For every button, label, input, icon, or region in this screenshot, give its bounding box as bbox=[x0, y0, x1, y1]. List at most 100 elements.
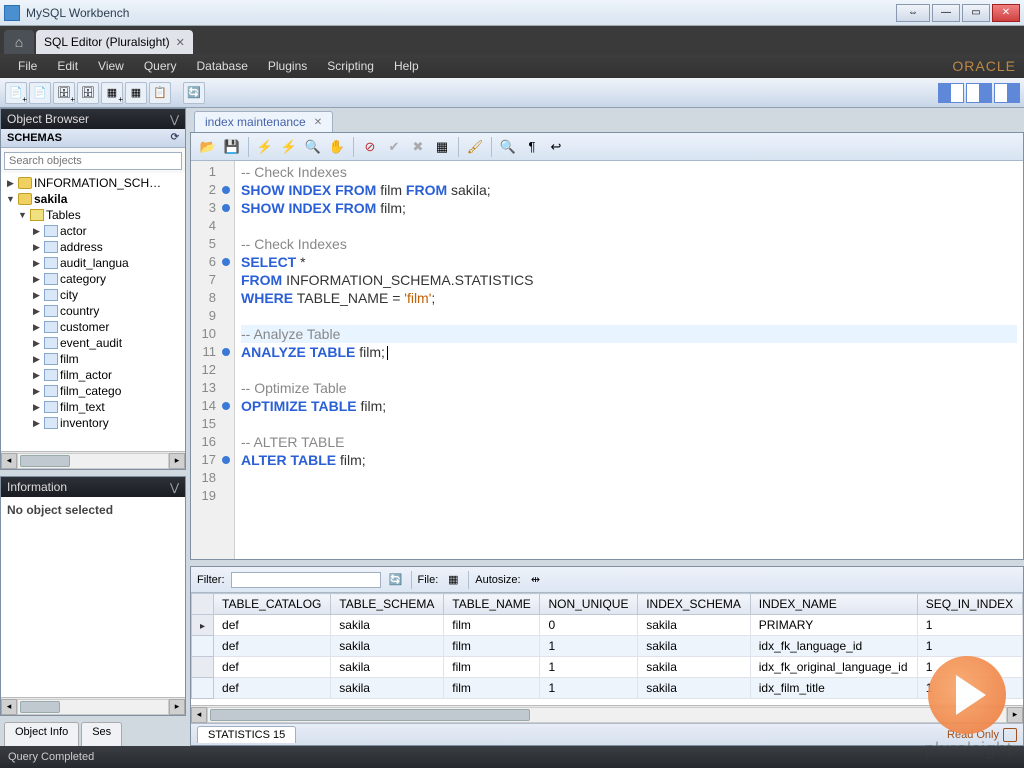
scroll-left-icon[interactable]: ◂ bbox=[1, 453, 17, 469]
tree-sakila[interactable]: ▼sakila bbox=[1, 191, 185, 207]
scroll-right-icon[interactable]: ▸ bbox=[169, 453, 185, 469]
new-view-button[interactable]: ▦ bbox=[125, 82, 147, 104]
scroll-left-icon[interactable]: ◂ bbox=[1, 699, 17, 715]
open-file-icon[interactable]: 📂 bbox=[197, 136, 219, 158]
menu-database[interactable]: Database bbox=[187, 56, 258, 76]
sql-editor-tab[interactable]: SQL Editor (Pluralsight) ✕ bbox=[36, 30, 193, 54]
new-sql-tab-button[interactable]: 📄+ bbox=[5, 82, 27, 104]
close-editor-tab-icon[interactable]: ✕ bbox=[314, 117, 322, 128]
tree-table-city[interactable]: ▶city bbox=[1, 287, 185, 303]
home-tab[interactable]: ⌂ bbox=[4, 30, 34, 54]
new-connection-button[interactable]: 🗄+ bbox=[53, 82, 75, 104]
new-sql-file-button[interactable]: 📄 bbox=[29, 82, 51, 104]
execute-icon[interactable]: ⚡ bbox=[254, 136, 276, 158]
tree-table-film_actor[interactable]: ▶film_actor bbox=[1, 367, 185, 383]
results-scrollbar[interactable]: ◂ ▸ bbox=[191, 705, 1023, 723]
information-body: No object selected bbox=[1, 497, 185, 697]
layout-left-button[interactable] bbox=[938, 83, 964, 103]
tree-information-schema[interactable]: ▶INFORMATION_SCH… bbox=[1, 175, 185, 191]
menu-scripting[interactable]: Scripting bbox=[317, 56, 384, 76]
object-info-tab[interactable]: Object Info bbox=[4, 722, 79, 746]
refresh-schemas-icon[interactable]: ⟳ bbox=[171, 132, 179, 144]
toggle-limit-icon[interactable]: ▦ bbox=[431, 136, 453, 158]
table-row[interactable]: defsakilafilm0sakilaPRIMARY1 bbox=[192, 615, 1023, 636]
reconnect-button[interactable]: 🔄 bbox=[183, 82, 205, 104]
tree-table-inventory[interactable]: ▶inventory bbox=[1, 415, 185, 431]
tree-table-customer[interactable]: ▶customer bbox=[1, 319, 185, 335]
tree-table-actor[interactable]: ▶actor bbox=[1, 223, 185, 239]
close-button[interactable]: ✕ bbox=[992, 4, 1020, 22]
editor-tab-index-maintenance[interactable]: index maintenance ✕ bbox=[194, 111, 333, 132]
tree-table-event_audit[interactable]: ▶event_audit bbox=[1, 335, 185, 351]
tree-table-address[interactable]: ▶address bbox=[1, 239, 185, 255]
execute-current-icon[interactable]: ⚡ bbox=[278, 136, 300, 158]
schema-tree[interactable]: ▶INFORMATION_SCH…▼sakila▼Tables▶actor▶ad… bbox=[1, 173, 185, 451]
results-grid[interactable]: TABLE_CATALOGTABLE_SCHEMATABLE_NAMENON_U… bbox=[191, 593, 1023, 705]
file-label: File: bbox=[418, 574, 439, 586]
swap-button[interactable]: ⇔ bbox=[896, 4, 930, 22]
col-INDEX_NAME[interactable]: INDEX_NAME bbox=[750, 594, 917, 615]
tree-table-film[interactable]: ▶film bbox=[1, 351, 185, 367]
filter-input[interactable] bbox=[231, 572, 381, 588]
col-INDEX_SCHEMA[interactable]: INDEX_SCHEMA bbox=[638, 594, 751, 615]
session-tab[interactable]: Ses bbox=[81, 722, 122, 746]
col-NON_UNIQUE[interactable]: NON_UNIQUE bbox=[540, 594, 638, 615]
minimize-button[interactable]: — bbox=[932, 4, 960, 22]
beautify-icon[interactable]: 🖌 bbox=[464, 136, 486, 158]
scroll-right-icon[interactable]: ▸ bbox=[1007, 707, 1023, 723]
collapse-panel-icon[interactable]: ⋁ bbox=[170, 113, 179, 126]
collapse-info-icon[interactable]: ⋁ bbox=[170, 481, 179, 494]
information-label: Information bbox=[7, 480, 67, 494]
col-TABLE_CATALOG[interactable]: TABLE_CATALOG bbox=[214, 594, 331, 615]
menu-plugins[interactable]: Plugins bbox=[258, 56, 317, 76]
close-tab-icon[interactable]: ✕ bbox=[176, 36, 185, 49]
table-row[interactable]: defsakilafilm1sakilaidx_film_title1 bbox=[192, 678, 1023, 699]
search-objects-input[interactable] bbox=[4, 152, 182, 170]
title-bar: MySQL Workbench ⇔ — ▭ ✕ bbox=[0, 0, 1024, 26]
toggle-wrap-icon[interactable]: ↩ bbox=[545, 136, 567, 158]
menu-query[interactable]: Query bbox=[134, 56, 187, 76]
menu-edit[interactable]: Edit bbox=[47, 56, 88, 76]
table-row[interactable]: defsakilafilm1sakilaidx_fk_original_lang… bbox=[192, 657, 1023, 678]
toggle-autocommit-icon[interactable]: ⊘ bbox=[359, 136, 381, 158]
tree-table-country[interactable]: ▶country bbox=[1, 303, 185, 319]
rollback-icon[interactable]: ✖ bbox=[407, 136, 429, 158]
layout-right-button[interactable] bbox=[994, 83, 1020, 103]
info-scrollbar[interactable]: ◂ ▸ bbox=[1, 697, 185, 715]
autosize-icon[interactable]: ⇹ bbox=[527, 571, 545, 589]
tree-tables[interactable]: ▼Tables bbox=[1, 207, 185, 223]
new-routine-button[interactable]: 📋 bbox=[149, 82, 171, 104]
menu-file[interactable]: File bbox=[8, 56, 47, 76]
sidebar-bottom-tabs: Object Info Ses bbox=[0, 722, 186, 746]
tree-table-film_text[interactable]: ▶film_text bbox=[1, 399, 185, 415]
code-editor[interactable]: 12345678910111213141516171819 -- Check I… bbox=[191, 161, 1023, 559]
stop-icon[interactable]: ✋ bbox=[326, 136, 348, 158]
tree-table-category[interactable]: ▶category bbox=[1, 271, 185, 287]
menu-help[interactable]: Help bbox=[384, 56, 429, 76]
col-TABLE_SCHEMA[interactable]: TABLE_SCHEMA bbox=[331, 594, 444, 615]
table-row[interactable]: defsakilafilm1sakilaidx_fk_language_id1 bbox=[192, 636, 1023, 657]
brand-label: ORACLE bbox=[952, 58, 1016, 74]
results-tab[interactable]: STATISTICS 15 bbox=[197, 726, 296, 743]
tree-table-audit_langua[interactable]: ▶audit_langua bbox=[1, 255, 185, 271]
window-title: MySQL Workbench bbox=[26, 6, 896, 20]
layout-bottom-button[interactable] bbox=[966, 83, 992, 103]
tree-table-film_catego[interactable]: ▶film_catego bbox=[1, 383, 185, 399]
refresh-results-icon[interactable]: 🔄 bbox=[387, 571, 405, 589]
save-file-icon[interactable]: 💾 bbox=[221, 136, 243, 158]
col-SEQ_IN_INDEX[interactable]: SEQ_IN_INDEX bbox=[917, 594, 1022, 615]
scroll-left-icon[interactable]: ◂ bbox=[191, 707, 207, 723]
maximize-button[interactable]: ▭ bbox=[962, 4, 990, 22]
find-icon[interactable]: 🔍 bbox=[497, 136, 519, 158]
commit-icon[interactable]: ✔ bbox=[383, 136, 405, 158]
app-icon bbox=[4, 5, 20, 21]
col-TABLE_NAME[interactable]: TABLE_NAME bbox=[444, 594, 540, 615]
new-schema-button[interactable]: 🗄 bbox=[77, 82, 99, 104]
menu-view[interactable]: View bbox=[88, 56, 134, 76]
scroll-right-icon[interactable]: ▸ bbox=[169, 699, 185, 715]
export-icon[interactable]: ▦ bbox=[444, 571, 462, 589]
explain-icon[interactable]: 🔍 bbox=[302, 136, 324, 158]
tree-scrollbar[interactable]: ◂ ▸ bbox=[1, 451, 185, 469]
new-table-button[interactable]: ▦+ bbox=[101, 82, 123, 104]
toggle-invisible-icon[interactable]: ¶ bbox=[521, 136, 543, 158]
